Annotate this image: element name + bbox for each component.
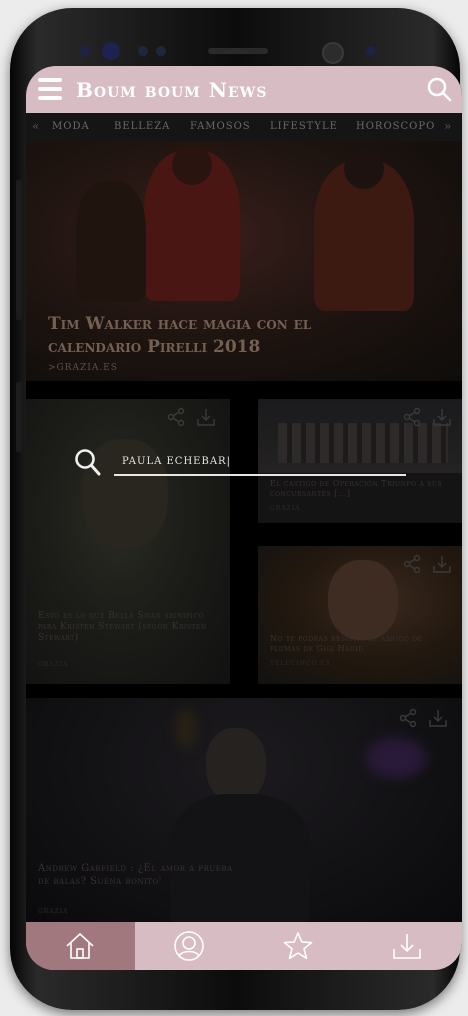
scroll-right-arrow[interactable]: »: [444, 119, 451, 133]
background-lights: [176, 708, 196, 748]
category-bar: « MODA BELLEZA FAMOSOS LIFESTYLE HOROSCO…: [26, 113, 462, 141]
volume-button: [16, 180, 22, 320]
search-input[interactable]: PAULA ECHEBAR|: [122, 456, 231, 467]
download-icon[interactable]: [432, 554, 452, 574]
sensor-icon: [156, 46, 166, 56]
sensor-icon: [138, 46, 148, 56]
tab-favorites[interactable]: [244, 922, 353, 970]
article-title[interactable]: Esto es lo que Bella Swan significó para…: [38, 611, 218, 644]
avatar-icon: [174, 931, 204, 961]
earpiece: [208, 48, 268, 54]
brand-title: Boum boum News: [76, 78, 268, 102]
tab-home[interactable]: [26, 922, 135, 970]
share-icon[interactable]: [398, 708, 418, 728]
top-bezel: [70, 38, 420, 68]
hero-source[interactable]: >GRAZIA.ES: [48, 363, 118, 373]
bixby-button: [16, 382, 22, 452]
sensor-icon: [366, 46, 376, 56]
article-source[interactable]: GRAZIA: [38, 661, 69, 668]
star-icon: [283, 932, 313, 960]
portrait-face: [206, 728, 266, 802]
hero-figure-background: [76, 181, 146, 301]
download-icon[interactable]: [432, 407, 452, 427]
search-overlay: PAULA ECHEBAR|: [74, 448, 410, 482]
front-camera-icon: [322, 42, 344, 64]
bottom-nav: [26, 922, 462, 970]
article-card-andrew-garfield[interactable]: Andrew Garfield : ¿El amor a prueba de b…: [26, 698, 462, 922]
tab-profile[interactable]: [135, 922, 244, 970]
download-icon[interactable]: [428, 708, 448, 728]
iris-scanner-icon: [102, 42, 120, 60]
background-lights: [366, 738, 426, 778]
download-icon[interactable]: [196, 407, 216, 427]
sensor-icon: [80, 46, 90, 56]
search-icon[interactable]: [74, 448, 102, 478]
hero-article[interactable]: Tim Walker hace magia con el calendario …: [26, 141, 462, 381]
category-lifestyle[interactable]: LIFESTYLE: [270, 121, 338, 132]
home-icon: [66, 932, 94, 959]
app-header: Boum boum News: [26, 66, 462, 113]
share-icon[interactable]: [166, 407, 186, 427]
category-belleza[interactable]: BELLEZA: [114, 121, 170, 132]
article-source[interactable]: GRAZIA: [38, 908, 69, 915]
hero-figure-head: [344, 149, 384, 189]
article-card-gigi-hadid[interactable]: No te podrás resistir al abrigo de pluma…: [258, 546, 462, 684]
app-screen: Boum boum News « MODA BELLEZA FAMOSOS LI…: [26, 66, 462, 970]
article-title[interactable]: El castigo de Operación Triunfo a sus co…: [270, 479, 454, 499]
article-title[interactable]: No te podrás resistir al abrigo de pluma…: [270, 634, 454, 654]
portrait-body: [170, 794, 310, 922]
category-horoscopo[interactable]: HOROSCOPO: [356, 121, 435, 132]
menu-icon[interactable]: [38, 78, 62, 100]
share-icon[interactable]: [402, 554, 422, 574]
article-source[interactable]: TELECINCO.ES: [270, 660, 331, 667]
portrait-face: [328, 560, 398, 640]
hero-figure-head: [172, 145, 212, 185]
search-underline: [114, 474, 406, 476]
article-card-kristen[interactable]: Esto es lo que Bella Swan significó para…: [26, 399, 230, 684]
search-icon[interactable]: [426, 76, 452, 102]
download-icon: [393, 934, 421, 959]
article-title[interactable]: Andrew Garfield : ¿El amor a prueba de b…: [38, 862, 238, 888]
scroll-left-arrow[interactable]: «: [32, 119, 39, 133]
category-moda[interactable]: MODA: [52, 121, 90, 132]
share-icon[interactable]: [402, 407, 422, 427]
tab-downloads[interactable]: [353, 922, 462, 970]
article-source[interactable]: GRAZIA: [270, 505, 301, 512]
category-famosos[interactable]: FAMOSOS: [190, 121, 251, 132]
hero-title[interactable]: Tim Walker hace magia con el calendario …: [48, 313, 408, 359]
